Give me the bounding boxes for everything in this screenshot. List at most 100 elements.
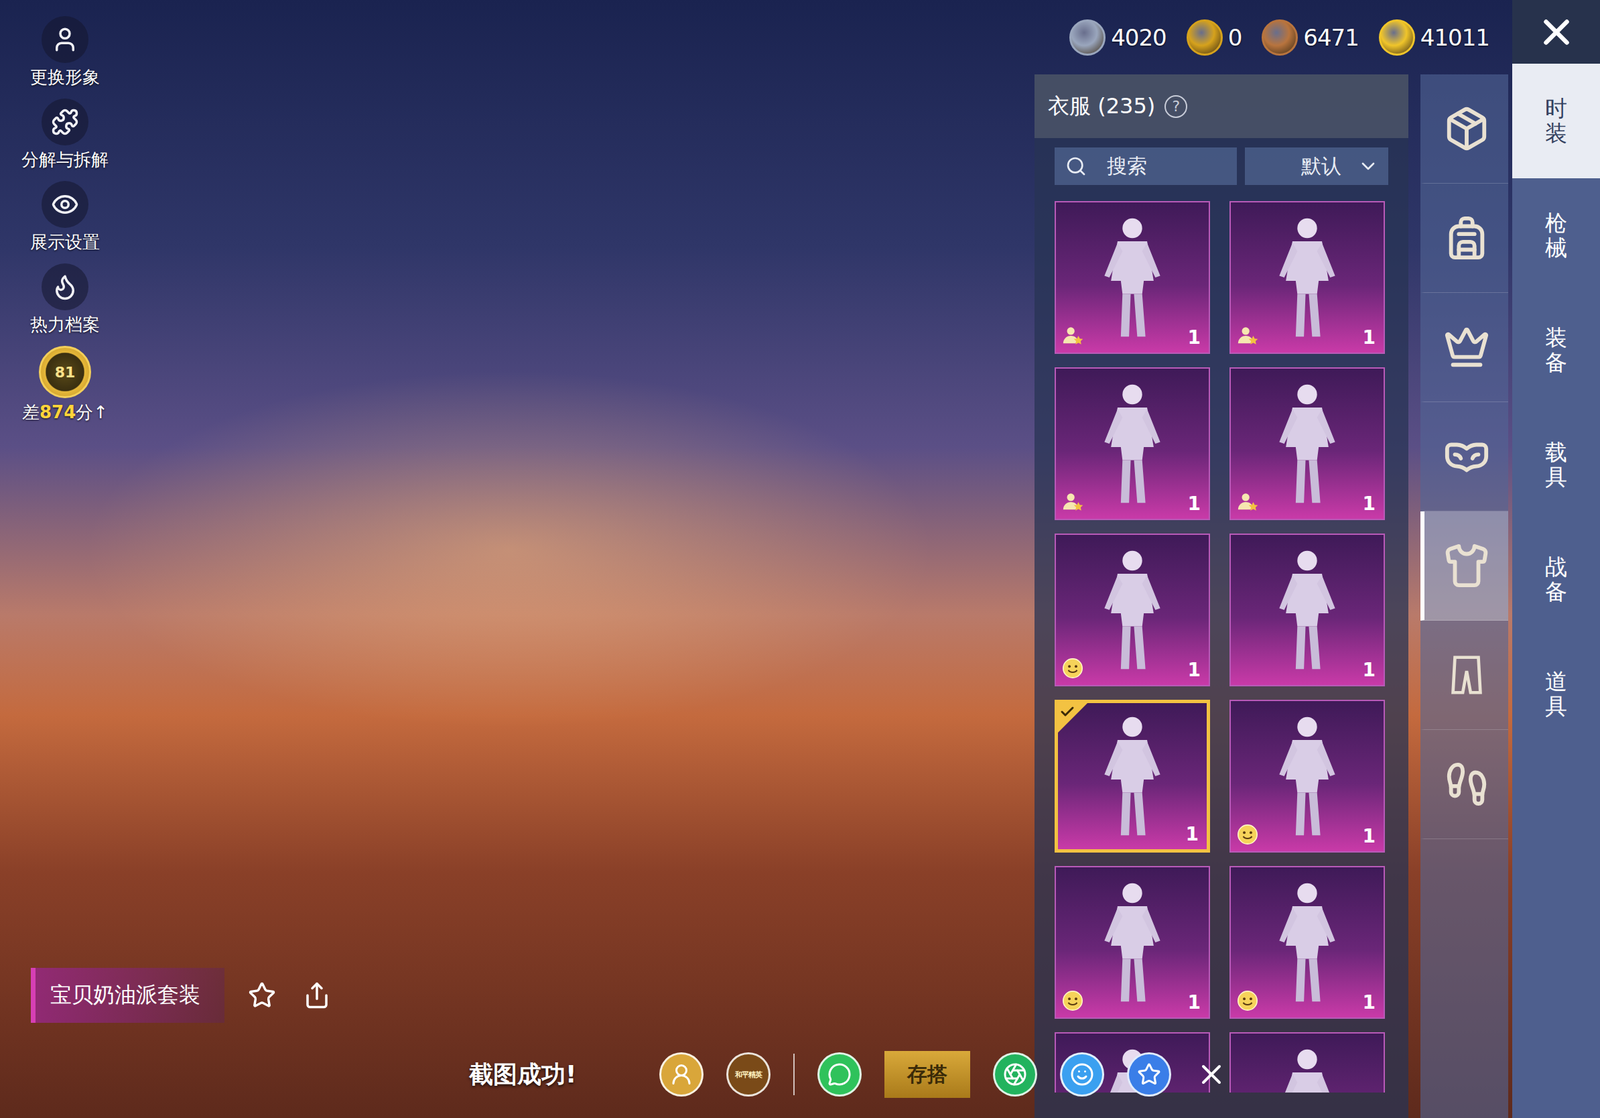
star-icon — [247, 980, 277, 1010]
search-icon — [1065, 155, 1087, 177]
backpack-icon — [1443, 214, 1491, 262]
outfit-image-icon — [1082, 211, 1183, 344]
item-badge — [1061, 324, 1085, 348]
rank-badge: 81 — [38, 345, 92, 398]
category-item[interactable] — [1420, 620, 1509, 730]
category-tab[interactable]: 载具 — [1512, 407, 1600, 522]
outfit-image-icon — [1082, 710, 1183, 842]
item-count: 1 — [1185, 822, 1199, 845]
category-item[interactable] — [1420, 292, 1509, 403]
smile-icon — [1236, 988, 1259, 1012]
item-badge — [1236, 324, 1259, 348]
share-qq-button[interactable] — [1059, 1051, 1105, 1097]
search-field[interactable]: 搜索 — [1054, 147, 1237, 185]
rank-points: 874 — [39, 402, 76, 423]
coin-icon — [1378, 19, 1416, 56]
share-qzone-button[interactable] — [1126, 1051, 1172, 1097]
item-card[interactable]: 1 — [1054, 533, 1211, 687]
category-item[interactable] — [1420, 511, 1509, 621]
currency-bar: 40200647141011 — [1034, 0, 1513, 75]
help-button[interactable]: ? — [1164, 95, 1188, 118]
flame-icon — [50, 272, 80, 301]
category-item[interactable] — [1420, 729, 1509, 839]
menu-icon-circle — [41, 98, 89, 146]
close-icon — [1535, 11, 1578, 53]
save-outfit-button[interactable]: 存搭 — [884, 1050, 971, 1098]
rank-text: 差874分↑ — [22, 400, 108, 425]
item-card[interactable]: 1 — [1054, 865, 1211, 1019]
category-tab[interactable]: 装备 — [1512, 292, 1600, 408]
left-menu-item[interactable]: 热力档案 — [8, 263, 122, 337]
close-icon — [1195, 1057, 1228, 1091]
favorite-button[interactable] — [244, 977, 280, 1013]
currency-amount: 6471 — [1303, 24, 1359, 51]
item-count: 1 — [1362, 658, 1376, 681]
item-count: 1 — [1362, 824, 1376, 847]
divider — [793, 1053, 795, 1095]
item-card[interactable]: 1 — [1229, 367, 1385, 520]
coin-icon — [1069, 19, 1106, 56]
share-friend-button[interactable] — [659, 1051, 704, 1097]
item-card[interactable]: 1 — [1229, 201, 1385, 354]
item-card[interactable] — [1229, 1031, 1385, 1093]
category-tab[interactable]: 时装 — [1512, 63, 1600, 179]
menu-label: 分解与拆解 — [21, 148, 109, 172]
category-tab[interactable]: 枪械 — [1512, 178, 1600, 293]
share-moments-button[interactable] — [992, 1051, 1038, 1097]
pants-icon — [1443, 651, 1491, 699]
search-row: 搜索 默认 — [1034, 138, 1409, 195]
star-person-icon — [1236, 490, 1259, 514]
check-mark — [1059, 703, 1076, 720]
category-item[interactable] — [1420, 402, 1509, 512]
crate-icon — [1443, 105, 1491, 153]
sort-dropdown[interactable]: 默认 — [1244, 147, 1389, 185]
category-tab[interactable]: 道具 — [1512, 636, 1600, 752]
item-count: 1 — [1187, 326, 1201, 349]
rank-item[interactable]: 81差874分↑ — [8, 345, 122, 425]
item-grid: 1111111111 — [1034, 194, 1409, 1093]
toast-close-button[interactable] — [1193, 1056, 1229, 1092]
item-badge — [1061, 490, 1085, 514]
item-card[interactable]: 1 — [1054, 367, 1211, 520]
item-count: 1 — [1187, 658, 1201, 681]
left-menu-item[interactable]: 展示设置 — [8, 180, 122, 254]
share-game-button[interactable]: 和平精英 — [726, 1051, 771, 1097]
item-badge — [1061, 656, 1085, 680]
menu-label: 展示设置 — [30, 230, 100, 254]
share-button[interactable] — [299, 977, 335, 1013]
item-card[interactable]: 1 — [1229, 699, 1385, 853]
friend-icon — [669, 1061, 694, 1087]
tab-label: 装备 — [1545, 325, 1568, 375]
panel-title: 衣服 (235) — [1047, 91, 1156, 122]
search-placeholder: 搜索 — [1106, 152, 1148, 181]
item-card[interactable]: 1 — [1229, 533, 1385, 687]
clothes-panel: 衣服 (235)?搜索默认1111111111 — [1034, 74, 1409, 1118]
scene-area: 更换形象分解与拆解展示设置热力档案81差874分↑宝贝奶油派套装 — [0, 0, 1035, 1118]
currency-amount: 41011 — [1420, 24, 1490, 51]
item-card[interactable]: 1 — [1054, 201, 1211, 354]
check-icon — [1059, 703, 1076, 720]
star-person-icon — [1236, 324, 1259, 348]
category-column — [1420, 74, 1509, 1118]
item-card[interactable]: 1 — [1229, 865, 1385, 1019]
menu-label: 热力档案 — [30, 312, 100, 337]
smile-icon — [1061, 988, 1085, 1012]
item-card[interactable]: 1 — [1054, 699, 1211, 853]
currency: 4020 — [1069, 19, 1167, 56]
close-button[interactable] — [1512, 0, 1600, 64]
category-item[interactable] — [1420, 74, 1509, 184]
screenshot-toast: 截图成功!和平精英存搭 — [469, 1050, 1229, 1098]
outfit-image-icon — [1256, 876, 1358, 1008]
smile-icon — [1061, 656, 1085, 680]
item-badge — [1236, 822, 1259, 846]
left-menu-item[interactable]: 更换形象 — [8, 16, 122, 90]
category-item[interactable] — [1420, 183, 1509, 293]
shoes-icon — [1443, 760, 1491, 808]
left-menu-item[interactable]: 分解与拆解 — [8, 98, 122, 172]
wardrobe-screen: 更换形象分解与拆解展示设置热力档案81差874分↑宝贝奶油派套装40200647… — [0, 0, 1600, 1118]
outfit-image-icon — [1256, 211, 1358, 344]
coin-icon — [1261, 19, 1298, 56]
category-tab[interactable]: 战备 — [1512, 521, 1600, 637]
share-wechat-button[interactable] — [817, 1051, 862, 1097]
body-row: 衣服 (235)?搜索默认1111111111 — [1034, 74, 1513, 1118]
